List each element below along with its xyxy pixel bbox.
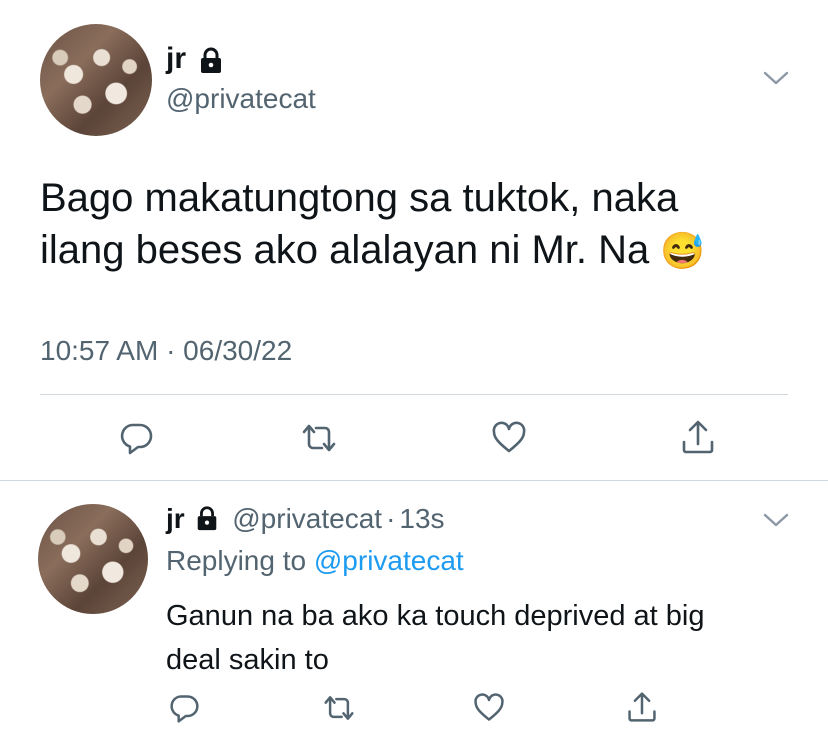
chevron-down-icon[interactable] (762, 510, 790, 530)
replying-to-line: Replying to @privatecat (166, 544, 464, 578)
avatar[interactable] (38, 504, 148, 614)
divider (40, 394, 788, 395)
reply-header: jr @privatecat · 13s (166, 502, 445, 536)
lock-icon (194, 505, 220, 531)
divider (0, 480, 828, 481)
tweet-text-fragment: ilang beses ako alalayan ni Mr. Na (40, 228, 650, 272)
tweet-text-line: ilang beses ako alalayan ni Mr. Na 😅 (40, 224, 705, 277)
share-icon[interactable] (626, 690, 658, 724)
reply-icon[interactable] (168, 692, 200, 724)
handle[interactable]: @privatecat (232, 503, 382, 534)
heart-icon[interactable] (490, 420, 528, 456)
separator: · (386, 503, 396, 534)
timestamp[interactable]: 10:57 AM · 06/30/22 (40, 334, 292, 368)
reply-text-line: deal sakin to (166, 644, 329, 676)
lock-icon (197, 46, 225, 74)
time[interactable]: 13s (399, 503, 444, 534)
display-name[interactable]: jr (166, 503, 185, 534)
heart-icon[interactable] (472, 692, 506, 724)
emoji: 😅 (660, 230, 706, 271)
tweet-text-line: Bago makatungtong sa tuktok, naka (40, 176, 679, 220)
retweet-icon[interactable] (322, 692, 356, 724)
reply-text-line: Ganun na ba ako ka touch deprived at big (166, 600, 705, 632)
display-name[interactable]: jr (166, 42, 186, 76)
retweet-icon[interactable] (300, 420, 338, 456)
reply-text: Ganun na ba ako ka touch deprived at big… (166, 594, 705, 682)
tweet-text: Bago makatungtong sa tuktok, naka ilang … (40, 172, 705, 277)
replying-to-label: Replying to (166, 545, 307, 576)
share-icon[interactable] (680, 418, 716, 456)
avatar[interactable] (40, 24, 152, 136)
replying-to-link[interactable]: @privatecat (314, 545, 464, 576)
reply-icon[interactable] (118, 420, 154, 456)
chevron-down-icon[interactable] (762, 68, 790, 88)
handle[interactable]: @privatecat (166, 82, 316, 116)
